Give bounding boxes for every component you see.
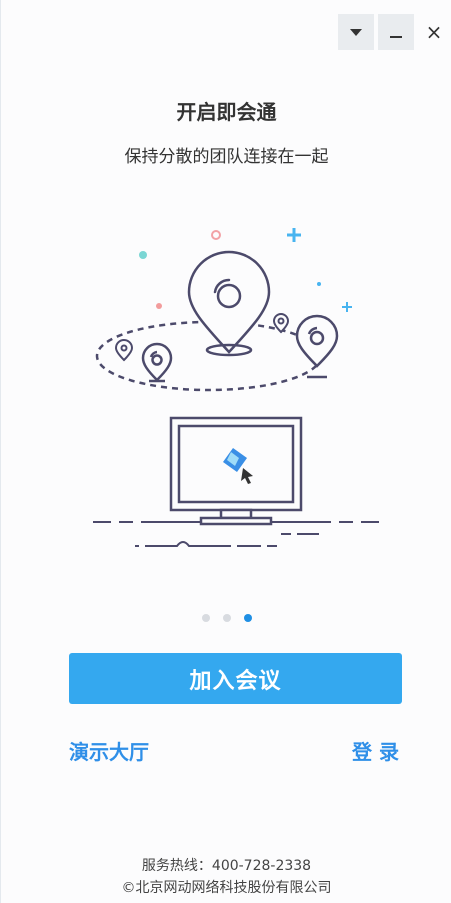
service-hotline: 服务热线：400-728-2338	[141, 858, 312, 874]
page-dot-2[interactable]	[222, 614, 231, 622]
page-subtitle: 保持分散的团队连接在一起	[124, 147, 329, 167]
caret-down-icon	[350, 29, 362, 36]
dropdown-button[interactable]	[338, 14, 374, 50]
page-indicator	[1, 614, 451, 622]
orbit-path	[95, 320, 323, 392]
dot-decoration-icon	[156, 303, 162, 309]
minimize-icon	[390, 36, 402, 38]
dot-decoration-icon	[317, 282, 321, 286]
page-dot-3-active[interactable]	[243, 614, 252, 622]
app-window: × 开启即会通 保持分散的团队连接在一起 加入会议 演示大厅 登 录 服务热线：…	[0, 0, 451, 903]
plus-decoration-icon	[342, 302, 352, 312]
close-button[interactable]: ×	[418, 14, 450, 50]
location-pin-icon	[114, 339, 134, 362]
location-pin-icon	[187, 250, 271, 357]
location-pin-icon	[272, 313, 290, 334]
minimize-button[interactable]	[378, 14, 414, 50]
close-icon: ×	[425, 20, 443, 44]
ring-decoration-icon	[211, 230, 221, 240]
join-meeting-button[interactable]: 加入会议	[69, 653, 402, 704]
location-pin-icon	[141, 342, 173, 383]
copyright-text: ©北京网动网络科技股份有限公司	[121, 880, 332, 896]
plus-decoration-icon	[287, 228, 301, 242]
page-dot-1[interactable]	[201, 614, 210, 622]
location-pin-icon	[295, 314, 339, 379]
page-title: 开启即会通	[176, 100, 277, 124]
meeting-illustration	[93, 228, 379, 547]
dot-decoration-icon	[139, 251, 147, 259]
demo-hall-link[interactable]: 演示大厅	[69, 736, 149, 765]
ground-lines	[93, 521, 379, 547]
login-link[interactable]: 登 录	[352, 736, 399, 765]
